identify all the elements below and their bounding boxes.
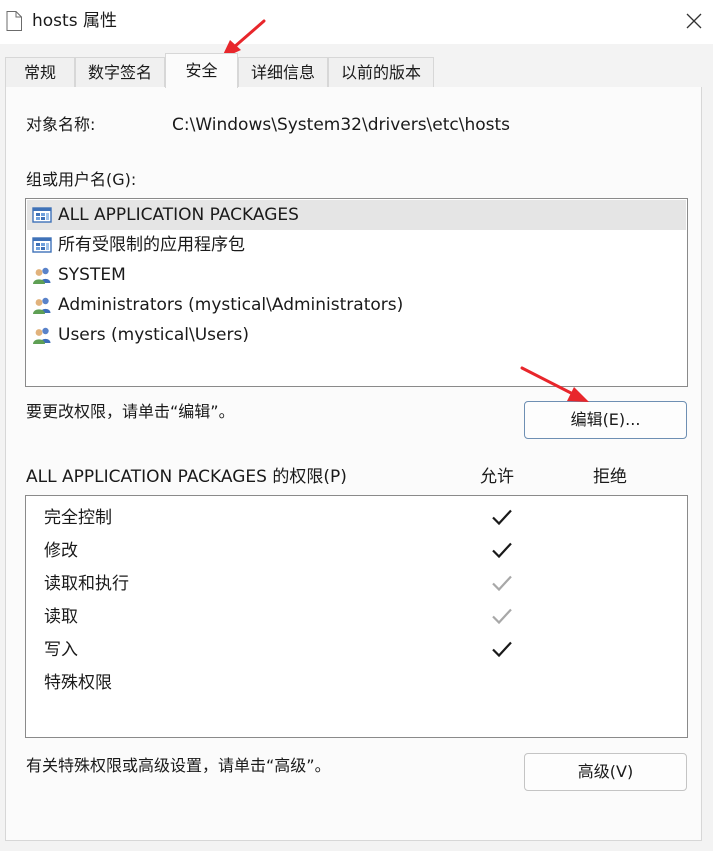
- group-name: SYSTEM: [58, 265, 126, 285]
- deny-column-header: 拒绝: [593, 467, 627, 487]
- document-icon: [6, 11, 22, 31]
- allow-check-icon: [492, 509, 512, 526]
- permission-modify: 修改: [44, 541, 78, 561]
- advanced-settings-hint: 有关特殊权限或高级设置，请单击“高级”。: [26, 756, 331, 775]
- allow-check-icon: [492, 542, 512, 559]
- advanced-button[interactable]: 高级(V): [524, 753, 687, 791]
- permission-read: 读取: [44, 607, 78, 627]
- group-name: ALL APPLICATION PACKAGES: [58, 205, 299, 225]
- permission-special: 特殊权限: [44, 673, 112, 693]
- groups-listbox[interactable]: ALL APPLICATION PACKAGES 所有受限制的应用程序包 SYS…: [25, 198, 688, 387]
- list-item[interactable]: SYSTEM: [27, 260, 686, 290]
- object-name-label: 对象名称:: [26, 115, 96, 134]
- app-packages-icon: [32, 207, 52, 223]
- users-group-icon: [33, 327, 51, 344]
- list-item[interactable]: 所有受限制的应用程序包: [27, 230, 686, 260]
- group-name: Users (mystical\Users): [58, 325, 249, 345]
- permission-full-control: 完全控制: [44, 508, 112, 528]
- close-icon: [686, 13, 702, 29]
- users-group-icon: [33, 267, 51, 284]
- app-packages-icon: [32, 237, 52, 253]
- tab-digital-signatures[interactable]: 数字签名: [75, 57, 165, 87]
- tab-previous-versions[interactable]: 以前的版本: [328, 57, 434, 87]
- window-title: hosts 属性: [32, 11, 117, 31]
- permissions-listbox: [25, 495, 688, 738]
- list-item[interactable]: ALL APPLICATION PACKAGES: [27, 200, 686, 230]
- tab-details[interactable]: 详细信息: [238, 57, 328, 87]
- permissions-label: ALL APPLICATION PACKAGES 的权限(P): [26, 467, 347, 487]
- list-item[interactable]: Administrators (mystical\Administrators): [27, 290, 686, 320]
- object-name-value: C:\Windows\System32\drivers\etc\hosts: [172, 115, 511, 135]
- group-name: 所有受限制的应用程序包: [58, 235, 245, 255]
- edit-button[interactable]: 编辑(E)...: [524, 401, 687, 439]
- users-group-icon: [33, 297, 51, 314]
- inherited-check-icon: [492, 608, 512, 625]
- inherited-check-icon: [492, 575, 512, 592]
- groups-label: 组或用户名(G):: [26, 170, 137, 189]
- tab-general[interactable]: 常规: [5, 57, 75, 87]
- change-permissions-hint: 要更改权限，请单击“编辑”。: [26, 402, 235, 421]
- group-name: Administrators (mystical\Administrators): [58, 295, 404, 315]
- list-item[interactable]: Users (mystical\Users): [27, 320, 686, 350]
- allow-check-icon: [492, 641, 512, 658]
- close-button[interactable]: [676, 4, 712, 38]
- allow-column-header: 允许: [480, 467, 514, 487]
- permission-read-execute: 读取和执行: [44, 574, 129, 594]
- permission-write: 写入: [44, 640, 78, 660]
- tab-security[interactable]: 安全: [165, 53, 238, 88]
